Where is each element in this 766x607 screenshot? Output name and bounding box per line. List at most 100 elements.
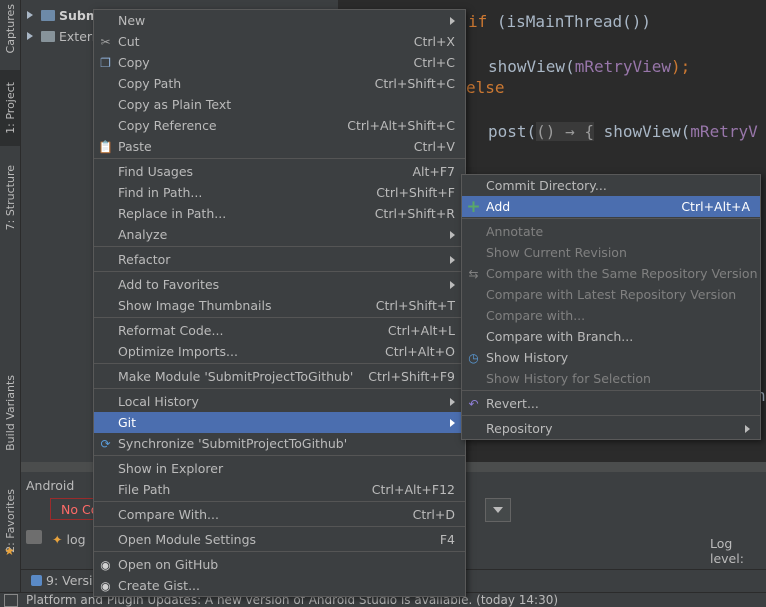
menu-separator	[462, 390, 760, 391]
submenu-arrow-icon	[450, 418, 455, 427]
context-menu-item-copy-path[interactable]: Copy Path Ctrl+Shift+C	[94, 73, 465, 94]
context-menu-item-shortcut: Ctrl+D	[412, 507, 455, 522]
context-menu-item-analyze[interactable]: Analyze	[94, 224, 465, 245]
context-menu-item-copy[interactable]: ❐ Copy Ctrl+C	[94, 52, 465, 73]
git-menu-item-label: Compare with the Same Repository Version	[486, 266, 758, 281]
history-icon: ◷	[468, 350, 479, 365]
paste-icon: 📋	[98, 139, 113, 154]
git-menu-item-label: Repository	[486, 421, 553, 436]
code-line-2: showView(mRetryView);	[488, 57, 691, 76]
tree-row-external[interactable]: Extern	[21, 26, 100, 46]
git-menu-item-show-history-for-selection[interactable]: Show History for Selection	[462, 368, 760, 389]
project-tab-label: 1: Project	[3, 82, 17, 134]
context-menu-item-local-history[interactable]: Local History	[94, 391, 465, 412]
context-menu-item-label: Copy Path	[118, 76, 182, 91]
context-menu-item-open-on-github[interactable]: ◉ Open on GitHub	[94, 554, 465, 575]
project-tab[interactable]: 1: Project	[0, 70, 20, 146]
captures-tab[interactable]: Captures	[0, 2, 20, 56]
context-menu-item-refactor[interactable]: Refactor	[94, 249, 465, 270]
git-menu-item-compare-with-latest-repository-version[interactable]: Compare with Latest Repository Version	[462, 284, 760, 305]
process-dropdown-button[interactable]	[485, 498, 511, 522]
context-menu-item-cut[interactable]: ✂ Cut Ctrl+X	[94, 31, 465, 52]
menu-separator	[94, 551, 465, 552]
logcat-tab[interactable]: ✦ log	[52, 532, 86, 547]
context-menu-item-copy-reference[interactable]: Copy Reference Ctrl+Alt+Shift+C	[94, 115, 465, 136]
git-menu-item-revert[interactable]: ↶ Revert...	[462, 393, 760, 414]
git-menu-item-compare-with[interactable]: Compare with...	[462, 305, 760, 326]
context-menu-item-synchronize-submitprojecttogithub[interactable]: ⟳ Synchronize 'SubmitProjectToGithub'	[94, 433, 465, 454]
star-icon: ★	[4, 544, 15, 558]
menu-separator	[94, 271, 465, 272]
context-menu-item-git[interactable]: Git	[94, 412, 465, 433]
git-menu-item-compare-with-branch[interactable]: Compare with Branch...	[462, 326, 760, 347]
context-menu-item-reformat-code[interactable]: Reformat Code... Ctrl+Alt+L	[94, 320, 465, 341]
git-menu-item-repository[interactable]: Repository	[462, 418, 760, 439]
git-menu-item-compare-with-the-same-repository-version[interactable]: ⇆ Compare with the Same Repository Versio…	[462, 263, 760, 284]
context-menu-item-label: File Path	[118, 482, 171, 497]
menu-separator	[94, 526, 465, 527]
context-menu-item-show-image-thumbnails[interactable]: Show Image Thumbnails Ctrl+Shift+T	[94, 295, 465, 316]
structure-tab[interactable]: 7: Structure	[0, 155, 20, 240]
git-menu-item-label: Revert...	[486, 396, 539, 411]
build-variants-tab[interactable]: Build Variants	[0, 365, 20, 460]
context-menu-item-label: Refactor	[118, 252, 171, 267]
git-menu-item-show-current-revision[interactable]: Show Current Revision	[462, 242, 760, 263]
context-menu-item-label: New	[118, 13, 146, 28]
git-menu-item-shortcut: Ctrl+Alt+A	[681, 199, 750, 214]
context-menu-item-copy-as-plain-text[interactable]: Copy as Plain Text	[94, 94, 465, 115]
context-menu-item-create-gist[interactable]: ◉ Create Gist...	[94, 575, 465, 596]
context-menu-item-label: Make Module 'SubmitProjectToGithub'	[118, 369, 354, 384]
code-line-3: else	[466, 78, 505, 97]
context-menu-item-compare-with[interactable]: Compare With... Ctrl+D	[94, 504, 465, 525]
context-menu-item-label: Find in Path...	[118, 185, 203, 200]
context-menu-item-make-module-submitprojecttogithub[interactable]: Make Module 'SubmitProjectToGithub' Ctrl+…	[94, 366, 465, 387]
context-menu-item-shortcut: Ctrl+Shift+F9	[368, 369, 455, 384]
context-menu-item-paste[interactable]: 📋 Paste Ctrl+V	[94, 136, 465, 157]
github-icon: ◉	[100, 557, 111, 572]
code-line-1: if (isMainThread())	[468, 12, 652, 31]
menu-separator	[94, 246, 465, 247]
context-menu-item-shortcut: Ctrl+Shift+R	[374, 206, 455, 221]
submenu-arrow-icon	[450, 230, 455, 239]
version-control-tab[interactable]: 9: Versio	[31, 573, 100, 588]
context-menu-item-add-to-favorites[interactable]: Add to Favorites	[94, 274, 465, 295]
git-menu-item-label: Show History for Selection	[486, 371, 651, 386]
git-menu-item-annotate[interactable]: Annotate	[462, 221, 760, 242]
expand-arrow-icon[interactable]	[27, 11, 33, 19]
context-menu-item-label: Paste	[118, 139, 152, 154]
git-menu-item-add[interactable]: + Add Ctrl+Alt+A	[462, 196, 760, 217]
context-menu-item-optimize-imports[interactable]: Optimize Imports... Ctrl+Alt+O	[94, 341, 465, 362]
context-menu-item-label: Copy as Plain Text	[118, 97, 232, 112]
git-menu-item-label: Compare with...	[486, 308, 586, 323]
context-menu-item-open-module-settings[interactable]: Open Module Settings F4	[94, 529, 465, 550]
android-panel-title: Android	[26, 478, 75, 493]
context-menu-item-replace-in-path[interactable]: Replace in Path... Ctrl+Shift+R	[94, 203, 465, 224]
context-menu-item-new[interactable]: New	[94, 10, 465, 31]
context-menu-item-label: Compare With...	[118, 507, 219, 522]
left-tool-strip: Captures 1: Project 7: Structure Build V…	[0, 0, 21, 592]
git-menu-item-commit-directory[interactable]: Commit Directory...	[462, 175, 760, 196]
toggle-tool-windows-icon[interactable]	[4, 594, 18, 607]
structure-tab-label: 7: Structure	[3, 164, 17, 231]
context-menu-item-shortcut: Alt+F7	[412, 164, 455, 179]
context-menu-item-label: Create Gist...	[118, 578, 201, 593]
git-menu-item-show-history[interactable]: ◷ Show History	[462, 347, 760, 368]
copy-icon: ❐	[100, 55, 111, 70]
context-menu-item-label: Local History	[118, 394, 199, 409]
github-icon: ◉	[100, 578, 111, 593]
context-menu-item-shortcut: Ctrl+X	[413, 34, 455, 49]
submenu-arrow-icon	[450, 397, 455, 406]
expand-arrow-icon[interactable]	[27, 32, 33, 40]
screenshot-icon[interactable]	[26, 530, 42, 544]
context-menu-item-file-path[interactable]: File Path Ctrl+Alt+F12	[94, 479, 465, 500]
menu-separator	[94, 158, 465, 159]
context-menu-item-find-usages[interactable]: Find Usages Alt+F7	[94, 161, 465, 182]
context-menu-item-label: Add to Favorites	[118, 277, 220, 292]
menu-separator	[94, 455, 465, 456]
git-menu-item-label: Compare with Branch...	[486, 329, 634, 344]
context-menu-item-show-in-explorer[interactable]: Show in Explorer	[94, 458, 465, 479]
context-menu-item-shortcut: Ctrl+Alt+F12	[371, 482, 455, 497]
tree-row-root[interactable]: Subm	[21, 5, 99, 25]
context-menu-item-label: Synchronize 'SubmitProjectToGithub'	[118, 436, 348, 451]
context-menu-item-find-in-path[interactable]: Find in Path... Ctrl+Shift+F	[94, 182, 465, 203]
